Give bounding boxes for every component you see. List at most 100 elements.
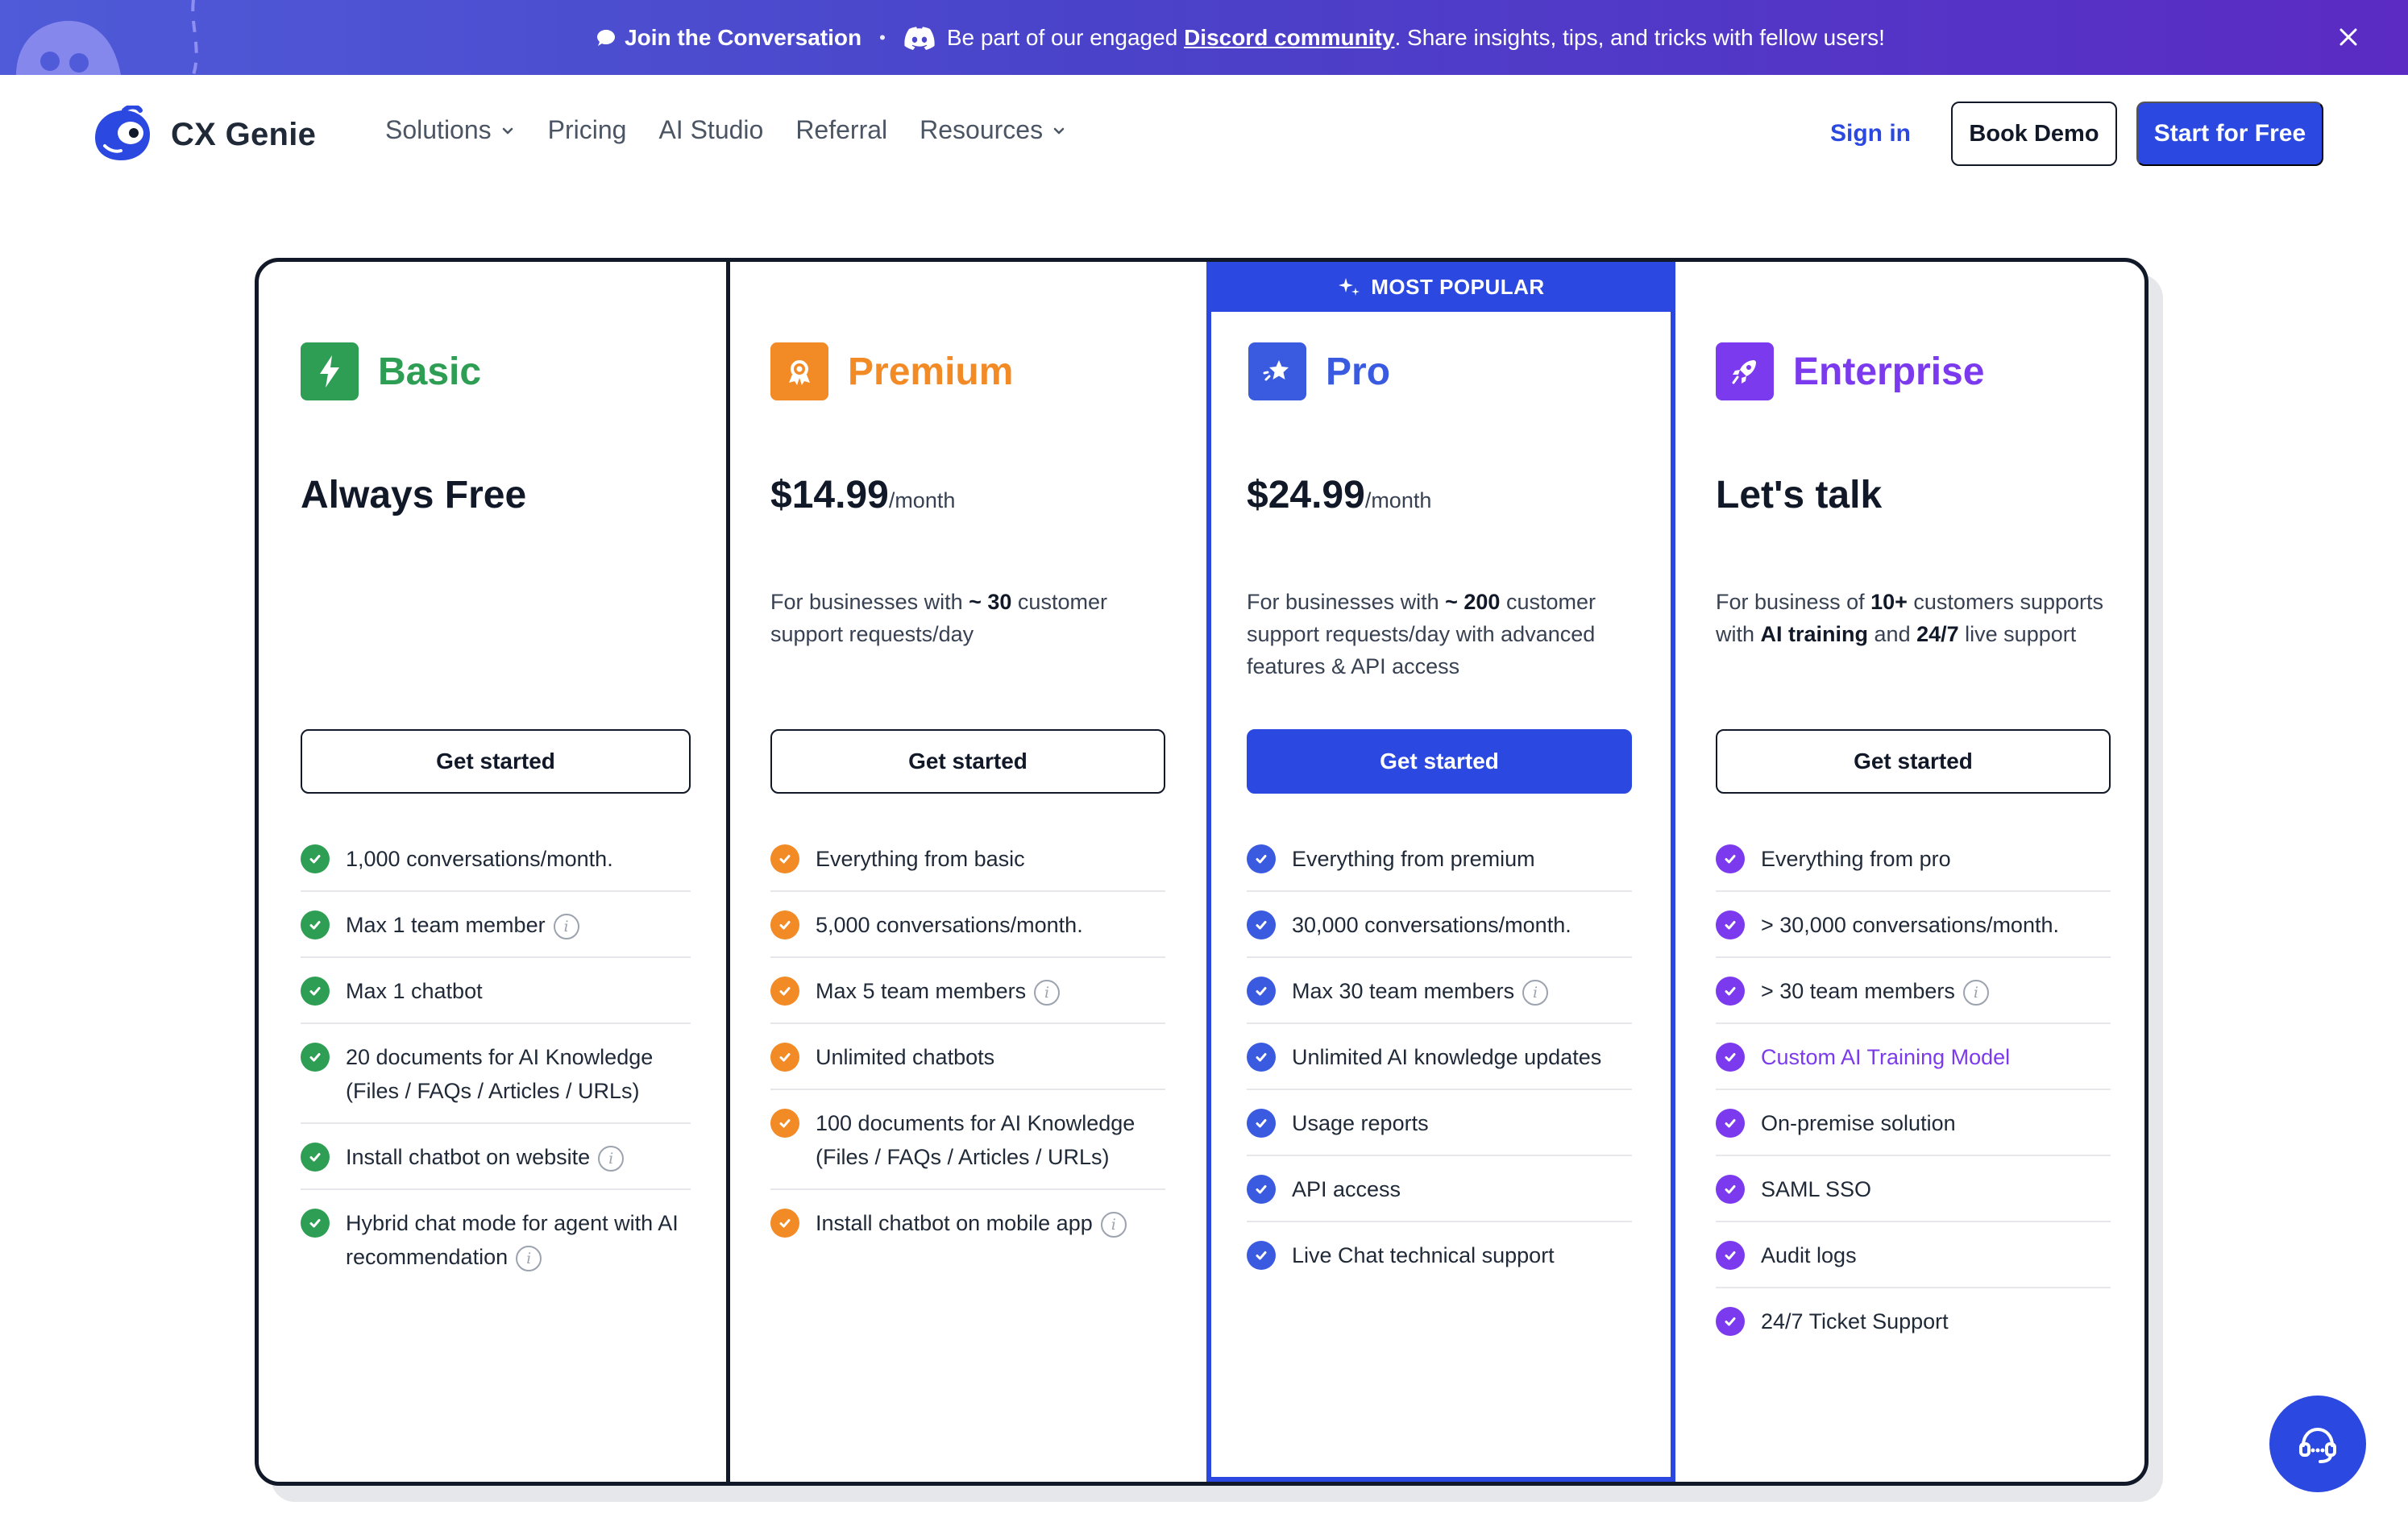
separator-dot: • xyxy=(879,27,886,48)
start-for-free-button[interactable]: Start for Free xyxy=(2136,102,2323,166)
info-icon[interactable]: i xyxy=(1034,979,1061,1006)
feature-label: API access xyxy=(1292,1177,1401,1201)
plan-name: Pro xyxy=(1326,350,1391,393)
feature-item: Audit logs xyxy=(1716,1222,2111,1288)
feature-item: On-premise solution xyxy=(1716,1090,2111,1156)
feature-text: 30,000 conversations/month. xyxy=(1292,908,1632,942)
get-started-premium-button[interactable]: Get started xyxy=(770,729,1165,794)
get-started-enterprise-button[interactable]: Get started xyxy=(1716,729,2111,794)
nav-pricing[interactable]: Pricing xyxy=(548,115,627,145)
chevron-down-icon xyxy=(1053,127,1065,134)
nav-solutions[interactable]: Solutions xyxy=(385,115,516,145)
feature-text: 1,000 conversations/month. xyxy=(346,842,691,876)
nav-referral[interactable]: Referral xyxy=(795,115,887,145)
join-text: Join the Conversation xyxy=(625,24,862,50)
feature-text: Install chatbot on mobile app i xyxy=(816,1206,1165,1240)
star-badge-icon xyxy=(1248,342,1306,400)
feature-text: On-premise solution xyxy=(1761,1106,2111,1140)
plan-basic: Basic Always Free Get started 1,000 conv… xyxy=(259,262,730,1482)
feature-text: SAML SSO xyxy=(1761,1172,2111,1206)
check-circle-icon xyxy=(770,977,799,1006)
feature-item: API access xyxy=(1247,1156,1632,1222)
feature-text: Everything from basic xyxy=(816,842,1165,876)
price-amount: $14.99 xyxy=(770,474,889,516)
nav-resources[interactable]: Resources xyxy=(920,115,1067,145)
feature-item: Everything from premium xyxy=(1247,826,1632,892)
plan-header: Basic xyxy=(301,342,481,400)
get-started-basic-button[interactable]: Get started xyxy=(301,729,691,794)
check-circle-icon xyxy=(1247,910,1276,939)
feature-label: Install chatbot on website xyxy=(346,1145,591,1169)
feature-item: 30,000 conversations/month. xyxy=(1247,892,1632,958)
info-icon[interactable]: i xyxy=(1100,1211,1127,1238)
desc-bold: ~ 200 xyxy=(1445,590,1501,614)
feature-label: Usage reports xyxy=(1292,1111,1429,1135)
check-circle-icon xyxy=(1716,910,1745,939)
join-conversation-label[interactable]: Join the Conversation xyxy=(596,25,861,51)
info-icon[interactable]: i xyxy=(516,1245,542,1271)
header-actions: Sign in Book Demo Start for Free xyxy=(1830,102,2323,166)
feature-label: Live Chat technical support xyxy=(1292,1243,1555,1267)
plan-price: $14.99/month xyxy=(770,473,955,517)
check-circle-icon xyxy=(1716,1043,1745,1072)
feature-item: Max 1 chatbot xyxy=(301,958,691,1024)
plan-name: Basic xyxy=(378,350,482,393)
announcement-message-suffix: . Share insights, tips, and tricks with … xyxy=(1394,24,1885,50)
info-icon[interactable]: i xyxy=(553,913,579,939)
feature-label: Max 5 team members xyxy=(816,979,1027,1003)
feature-item: SAML SSO xyxy=(1716,1156,2111,1222)
check-circle-icon xyxy=(1247,1109,1276,1138)
feature-label: SAML SSO xyxy=(1761,1177,1872,1201)
feature-item: Everything from basic xyxy=(770,826,1165,892)
desc-text: and xyxy=(1868,622,1917,646)
logo-text: CX Genie xyxy=(171,116,317,152)
feature-item: 24/7 Ticket Support xyxy=(1716,1288,2111,1353)
feature-label: On-premise solution xyxy=(1761,1111,1956,1135)
feature-item: Custom AI Training Model xyxy=(1716,1024,2111,1090)
feature-label: Unlimited chatbots xyxy=(816,1045,995,1069)
plan-premium: Premium $14.99/month For businesses with… xyxy=(730,262,1206,1482)
desc-bold: AI training xyxy=(1760,622,1869,646)
plan-description: For business of 10+ customers supports w… xyxy=(1716,586,2111,650)
feature-text: Max 5 team members i xyxy=(816,974,1165,1008)
info-icon[interactable]: i xyxy=(1962,979,1989,1006)
feature-text: Everything from pro xyxy=(1761,842,2111,876)
feature-text: Unlimited chatbots xyxy=(816,1040,1165,1074)
plan-name: Enterprise xyxy=(1793,350,1985,393)
check-circle-icon xyxy=(1247,1175,1276,1204)
plan-description: For businesses with ~ 30 customer suppor… xyxy=(770,586,1165,650)
feature-label: Max 30 team members xyxy=(1292,979,1515,1003)
book-demo-button[interactable]: Book Demo xyxy=(1951,102,2117,166)
feature-label: Custom AI Training Model xyxy=(1761,1045,2011,1069)
get-started-pro-button[interactable]: Get started xyxy=(1247,729,1632,794)
pricing-table: Basic Always Free Get started 1,000 conv… xyxy=(255,258,2149,1486)
feature-label: Everything from premium xyxy=(1292,847,1535,871)
nav-ai-studio[interactable]: AI Studio xyxy=(658,115,763,145)
discord-community-link[interactable]: Discord community xyxy=(1184,25,1394,50)
feature-link[interactable]: Custom AI Training Model xyxy=(1761,1040,2111,1074)
feature-list: Everything from basic 5,000 conversations… xyxy=(770,826,1165,1255)
sparkle-icon xyxy=(1339,278,1360,296)
plan-description: For businesses with ~ 200 customer suppo… xyxy=(1247,586,1642,682)
plan-price: $24.99/month xyxy=(1247,473,1431,517)
check-circle-icon xyxy=(301,977,330,1006)
logo[interactable]: CX Genie xyxy=(89,106,316,164)
nav-referral-label: Referral xyxy=(795,115,888,144)
feature-label: Install chatbot on mobile app xyxy=(816,1211,1093,1235)
feature-label: 30,000 conversations/month. xyxy=(1292,913,1571,937)
plan-pro: MOST POPULAR Pro $24.99/month For busine… xyxy=(1206,262,1675,1482)
desc-text: For business of xyxy=(1716,590,1871,614)
feature-text: Max 1 team member i xyxy=(346,908,691,942)
feature-text: 24/7 Ticket Support xyxy=(1761,1304,2111,1338)
feature-text: > 30 team members i xyxy=(1761,974,2111,1008)
info-icon[interactable]: i xyxy=(1522,979,1549,1006)
feature-item: Install chatbot on mobile app i xyxy=(770,1190,1165,1255)
support-chat-button[interactable] xyxy=(2269,1396,2366,1492)
feature-label: Everything from pro xyxy=(1761,847,1951,871)
sign-in-link[interactable]: Sign in xyxy=(1830,120,1911,147)
close-announcement-button[interactable] xyxy=(2334,23,2363,52)
feature-label: 1,000 conversations/month. xyxy=(346,847,613,871)
info-icon[interactable]: i xyxy=(598,1145,625,1172)
price-period: /month xyxy=(1364,488,1432,512)
feature-item: Install chatbot on website i xyxy=(301,1124,691,1190)
